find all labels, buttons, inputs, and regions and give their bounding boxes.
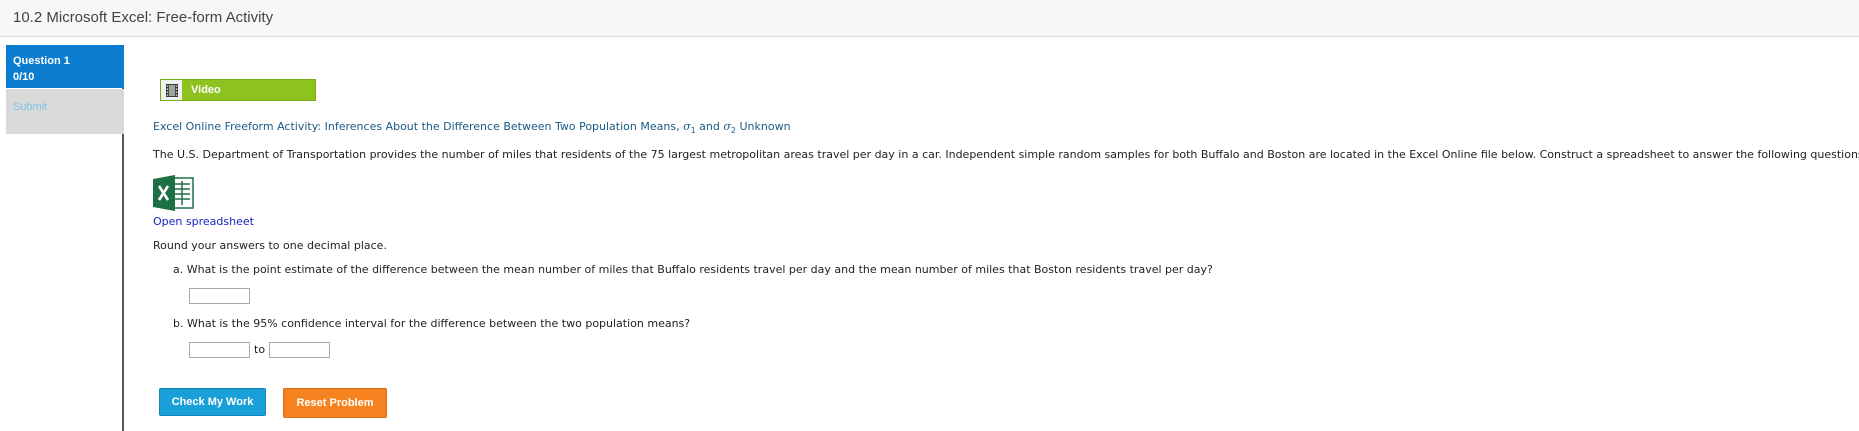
activity-title: Excel Online Freeform Activity: Inferenc… — [153, 120, 791, 136]
submit-tab[interactable]: Submit — [6, 89, 124, 134]
submit-label: Submit — [13, 101, 48, 113]
answer-b-lower-input[interactable] — [189, 342, 250, 358]
open-spreadsheet-link[interactable]: Open spreadsheet — [153, 215, 254, 228]
question-b: b. What is the 95% confidence interval f… — [173, 317, 691, 330]
reset-problem-button[interactable]: Reset Problem — [283, 388, 387, 418]
question-label: Question 1 — [13, 55, 70, 67]
excel-icon[interactable] — [153, 175, 195, 211]
video-label: Video — [191, 84, 221, 96]
film-icon — [161, 80, 182, 100]
problem-description: The U.S. Department of Transportation pr… — [153, 148, 1859, 161]
question-tab[interactable]: Question 1 0/10 — [6, 45, 124, 88]
video-button[interactable]: Video — [160, 79, 316, 101]
question-score: 0/10 — [13, 71, 35, 83]
rounding-instructions: Round your answers to one decimal place. — [153, 239, 387, 252]
question-a: a. What is the point estimate of the dif… — [173, 263, 1213, 276]
title-bar: 10.2 Microsoft Excel: Free-form Activity — [0, 0, 1859, 37]
sidebar: Question 1 0/10 Submit — [6, 45, 124, 431]
answer-b-upper-input[interactable] — [269, 342, 330, 358]
check-my-work-button[interactable]: Check My Work — [159, 388, 266, 416]
answer-a-input[interactable] — [189, 288, 250, 304]
to-label: to — [254, 343, 266, 356]
window-title: 10.2 Microsoft Excel: Free-form Activity — [13, 9, 274, 26]
